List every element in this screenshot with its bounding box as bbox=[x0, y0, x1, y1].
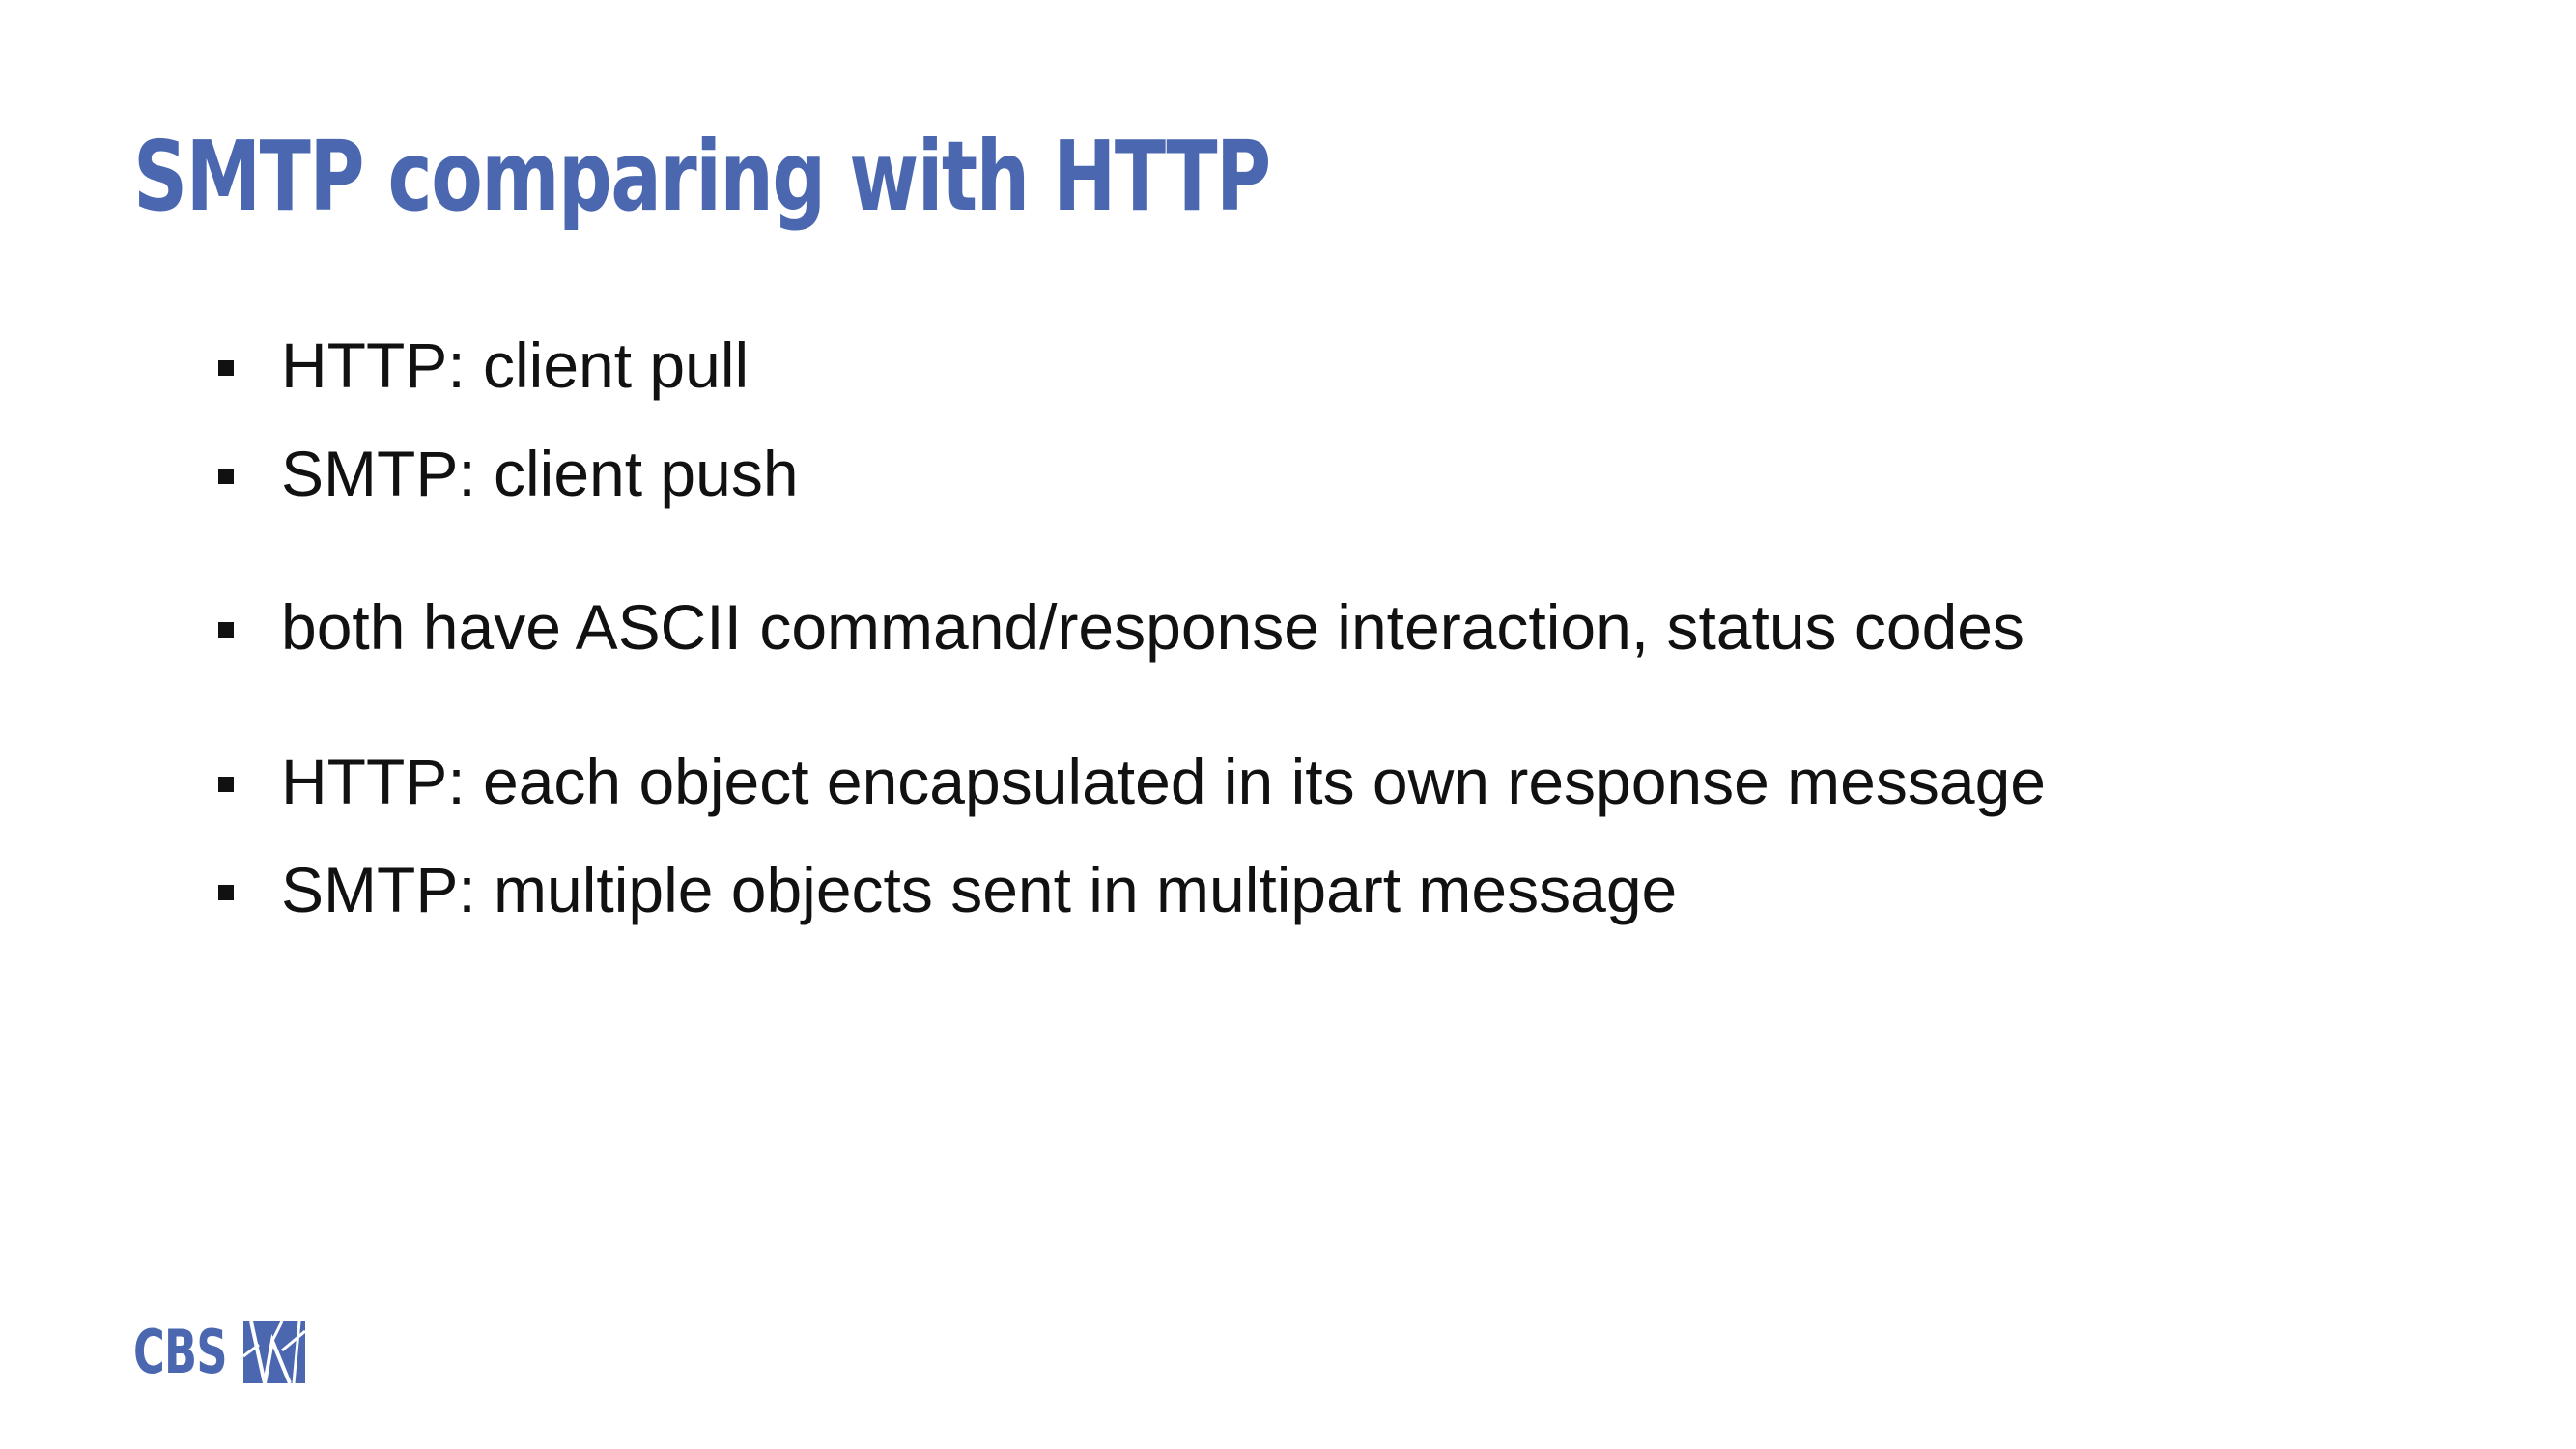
square-bullet-icon bbox=[218, 360, 234, 376]
bullet-item: both have ASCII command/response interac… bbox=[0, 583, 2318, 670]
bullet-text: both have ASCII command/response interac… bbox=[281, 591, 2025, 663]
slide-title: SMTP comparing with HTTP bbox=[133, 120, 1271, 233]
cbs-logo: CBS bbox=[133, 1321, 307, 1383]
square-bullet-icon bbox=[218, 777, 234, 792]
bullet-item: SMTP: multiple objects sent in multipart… bbox=[0, 846, 2318, 933]
bullet-item: HTTP: each object encapsulated in its ow… bbox=[0, 738, 2318, 825]
bullet-text: SMTP: client push bbox=[281, 438, 799, 509]
bullet-item: HTTP: client pull bbox=[0, 322, 2318, 409]
bullet-item: SMTP: client push bbox=[0, 430, 2318, 517]
bullet-text: HTTP: client pull bbox=[281, 329, 750, 401]
bullet-text: SMTP: multiple objects sent in multipart… bbox=[281, 854, 1678, 925]
square-bullet-icon bbox=[218, 885, 234, 900]
logo-text: CBS bbox=[133, 1317, 228, 1387]
cbs-logo-mark-icon bbox=[243, 1321, 305, 1383]
bullet-text: HTTP: each object encapsulated in its ow… bbox=[281, 746, 2046, 817]
square-bullet-icon bbox=[218, 622, 234, 638]
slide: SMTP comparing with HTTP HTTP: client pu… bbox=[0, 0, 2576, 1449]
square-bullet-icon bbox=[218, 469, 234, 484]
